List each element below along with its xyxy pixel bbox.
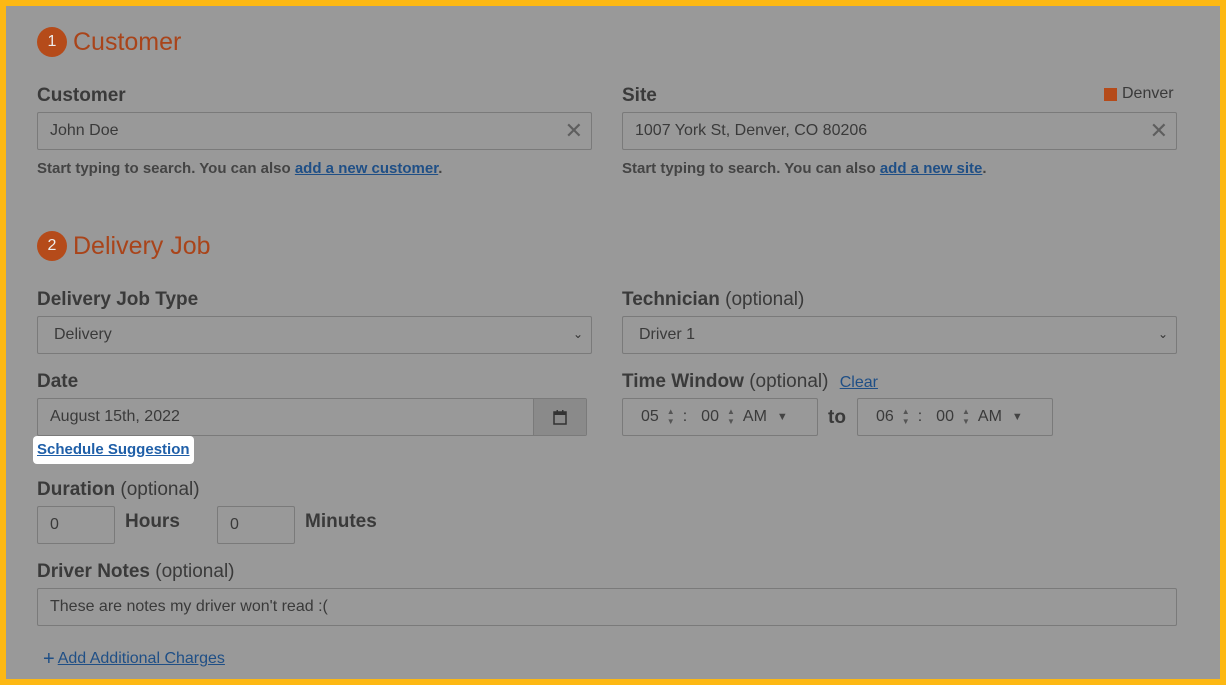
hours-input[interactable]: 0 <box>37 506 115 544</box>
optional-tag: (optional) <box>725 289 805 310</box>
chevron-down-icon[interactable]: ▼ <box>1012 411 1023 423</box>
step-number-badge: 1 <box>37 27 67 57</box>
help-text: Start typing to search. You can also <box>622 160 880 177</box>
clear-site-icon[interactable]: ✕ <box>1150 119 1168 143</box>
hours-value: 0 <box>50 516 59 533</box>
chevron-down-icon: ⌄ <box>572 327 583 341</box>
driver-notes-value: These are notes my driver won't read :( <box>50 598 328 615</box>
step-number-badge: 2 <box>37 231 67 261</box>
duration-label-text: Duration <box>37 479 116 500</box>
hours-label: Hours <box>125 511 180 532</box>
section-title: Delivery Job <box>73 231 211 260</box>
job-type-value: Delivery <box>54 326 112 343</box>
date-input[interactable]: August 15th, 2022 <box>37 398 587 436</box>
clear-time-window-link[interactable]: Clear <box>840 374 878 391</box>
driver-notes-input[interactable]: These are notes my driver won't read :( <box>37 588 1177 626</box>
minute-spinner-icon[interactable]: ▲ ▼ <box>727 407 735 427</box>
time-window-label-text: Time Window <box>622 371 744 392</box>
technician-value: Driver 1 <box>639 326 696 343</box>
calendar-icon[interactable] <box>533 399 586 435</box>
form-panel: 1 Customer Customer John Doe ✕ Start typ… <box>6 6 1220 679</box>
help-text-end: . <box>438 160 443 177</box>
hour-spinner-icon[interactable]: ▲ ▼ <box>902 407 910 427</box>
customer-section-heading: 1 Customer <box>37 27 181 57</box>
customer-input[interactable]: John Doe ✕ <box>37 112 592 150</box>
customer-input-value: John Doe <box>50 122 119 139</box>
end-hour[interactable]: 06 <box>876 408 894 426</box>
time-colon: : <box>917 408 923 425</box>
region-name: Denver <box>1122 85 1174 102</box>
add-additional-charges-link[interactable]: + Add Additional Charges <box>43 648 225 670</box>
duration-label: Duration (optional) <box>37 479 200 501</box>
time-window-label: Time Window (optional) Clear <box>622 371 878 393</box>
minutes-label: Minutes <box>305 511 377 532</box>
date-label: Date <box>37 371 79 392</box>
schedule-suggestion-highlight: Schedule Suggestion <box>33 436 194 464</box>
customer-help-text: Start typing to search. You can also add… <box>37 160 442 177</box>
job-type-select[interactable]: Delivery ⌄ <box>37 316 592 354</box>
start-minute[interactable]: 00 <box>701 408 719 426</box>
help-text-end: . <box>982 160 987 177</box>
optional-tag: (optional) <box>120 479 200 500</box>
time-colon: : <box>682 408 688 425</box>
end-time-input[interactable]: 06 ▲ ▼ : 00 ▲ ▼ AM ▼ <box>857 398 1053 436</box>
customer-label: Customer <box>37 85 126 106</box>
add-charges-label: Add Additional Charges <box>57 650 225 667</box>
help-text: Start typing to search. You can also <box>37 160 295 177</box>
chevron-down-icon: ⌄ <box>1157 327 1168 341</box>
driver-notes-label: Driver Notes (optional) <box>37 561 235 583</box>
start-ampm[interactable]: AM <box>743 408 767 426</box>
optional-tag: (optional) <box>155 561 235 582</box>
technician-label-text: Technician <box>622 289 720 310</box>
start-time-input[interactable]: 05 ▲ ▼ : 00 ▲ ▼ AM ▼ <box>622 398 818 436</box>
add-new-customer-link[interactable]: add a new customer <box>295 160 438 177</box>
region-badge: Denver <box>1104 85 1174 103</box>
section-title: Customer <box>73 27 182 56</box>
job-type-label: Delivery Job Type <box>37 289 199 310</box>
chevron-down-icon[interactable]: ▼ <box>777 411 788 423</box>
site-label: Site <box>622 85 657 106</box>
delivery-job-section-heading: 2 Delivery Job <box>37 231 211 261</box>
site-input[interactable]: 1007 York St, Denver, CO 80206 ✕ <box>622 112 1177 150</box>
end-minute[interactable]: 00 <box>936 408 954 426</box>
date-value: August 15th, 2022 <box>50 408 180 425</box>
start-hour[interactable]: 05 <box>641 408 659 426</box>
minute-spinner-icon[interactable]: ▲ ▼ <box>962 407 970 427</box>
site-help-text: Start typing to search. You can also add… <box>622 160 987 177</box>
optional-tag: (optional) <box>749 371 829 392</box>
clear-customer-icon[interactable]: ✕ <box>565 119 583 143</box>
region-color-swatch <box>1104 87 1117 101</box>
hour-spinner-icon[interactable]: ▲ ▼ <box>667 407 675 427</box>
plus-icon: + <box>43 648 55 670</box>
end-ampm[interactable]: AM <box>978 408 1002 426</box>
schedule-suggestion-link[interactable]: Schedule Suggestion <box>37 441 190 458</box>
minutes-value: 0 <box>230 516 239 533</box>
technician-label: Technician (optional) <box>622 289 804 311</box>
time-separator: to <box>828 407 846 428</box>
driver-notes-label-text: Driver Notes <box>37 561 150 582</box>
minutes-input[interactable]: 0 <box>217 506 295 544</box>
technician-select[interactable]: Driver 1 ⌄ <box>622 316 1177 354</box>
add-new-site-link[interactable]: add a new site <box>880 160 983 177</box>
site-input-value: 1007 York St, Denver, CO 80206 <box>635 122 868 139</box>
